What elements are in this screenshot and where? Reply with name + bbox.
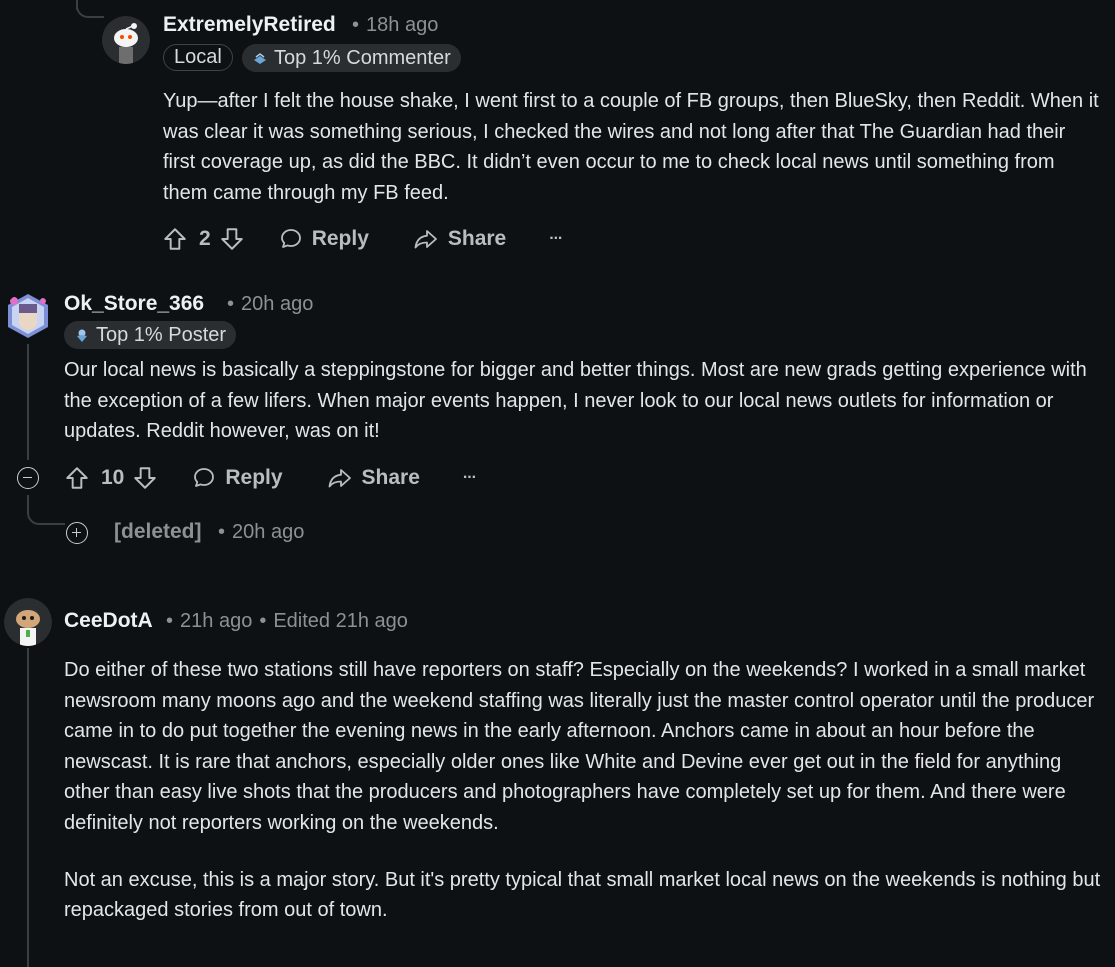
avatar[interactable]	[4, 598, 52, 646]
time-text: 21h ago	[180, 610, 253, 632]
more-options-icon[interactable]: ···	[549, 230, 563, 248]
downvote-icon[interactable]	[132, 465, 158, 491]
timestamp: • 18h ago	[352, 14, 439, 36]
username[interactable]: ExtremelyRetired	[163, 13, 336, 37]
comment-text: Not an excuse, this is a major story. Bu…	[64, 868, 1101, 922]
time-text: 20h ago	[232, 521, 305, 543]
vote-score: 2	[199, 227, 211, 250]
comment-actions: 2 Reply Share ···	[162, 222, 563, 256]
reply-button[interactable]: Reply	[279, 227, 369, 251]
flair-top-commenter: Top 1% Commenter	[242, 44, 461, 72]
reply-label: Reply	[311, 227, 369, 250]
flair-label: Top 1% Commenter	[274, 47, 451, 69]
minus-glyph	[23, 476, 32, 479]
plus-glyph-v	[75, 528, 78, 537]
thread-line	[27, 648, 29, 967]
thread-line	[27, 344, 29, 460]
share-arrow-icon	[328, 469, 351, 488]
avatar[interactable]	[4, 292, 52, 340]
timestamp: • 20h ago	[218, 521, 305, 543]
comment-bubble-icon	[280, 229, 301, 248]
comment-body: Do either of these two stations still ha…	[64, 655, 1109, 926]
username[interactable]: CeeDotA	[64, 609, 153, 633]
downvote-icon[interactable]	[219, 226, 245, 252]
username[interactable]: Ok_Store_366	[64, 292, 204, 316]
achievement-icon	[77, 329, 87, 342]
comment-text: Yup—after I felt the house shake, I went…	[163, 90, 1099, 204]
share-button[interactable]: Share	[413, 227, 506, 251]
upvote-icon[interactable]	[162, 226, 188, 252]
time-text: 20h ago	[241, 293, 314, 315]
share-arrow-icon	[414, 230, 437, 249]
avatar[interactable]	[102, 16, 150, 64]
more-options-icon[interactable]: ···	[463, 469, 477, 487]
expand-thread-icon[interactable]	[66, 522, 88, 544]
timestamp: • 21h ago • Edited 21h ago	[166, 610, 408, 632]
collapse-thread-icon[interactable]	[17, 467, 39, 489]
comment-body: Yup—after I felt the house shake, I went…	[163, 86, 1103, 208]
reply-button[interactable]: Reply	[192, 466, 283, 490]
vote-score: 10	[101, 466, 125, 489]
comment-text: Do either of these two stations still ha…	[64, 659, 1095, 834]
reply-label: Reply	[225, 466, 283, 489]
thread-elbow	[76, 0, 104, 18]
comment-actions: 10 Reply Share ···	[64, 461, 477, 495]
achievement-icon	[254, 53, 266, 64]
flair-local: Local	[163, 44, 233, 71]
share-label: Share	[447, 227, 507, 250]
comment-bubble-icon	[194, 468, 215, 487]
thread-elbow	[27, 495, 65, 525]
comment-body: Our local news is basically a steppingst…	[64, 355, 1104, 447]
upvote-icon[interactable]	[64, 465, 90, 491]
share-label: Share	[361, 466, 420, 489]
share-button[interactable]: Share	[327, 466, 420, 490]
flair-label: Top 1% Poster	[96, 324, 227, 346]
deleted-username: [deleted]	[114, 520, 202, 543]
timestamp: • 20h ago	[227, 293, 314, 315]
time-text: 18h ago	[366, 14, 439, 36]
edited-text: Edited 21h ago	[273, 610, 408, 632]
flair-top-poster: Top 1% Poster	[64, 321, 237, 349]
comment-text: Our local news is basically a steppingst…	[64, 359, 1087, 443]
